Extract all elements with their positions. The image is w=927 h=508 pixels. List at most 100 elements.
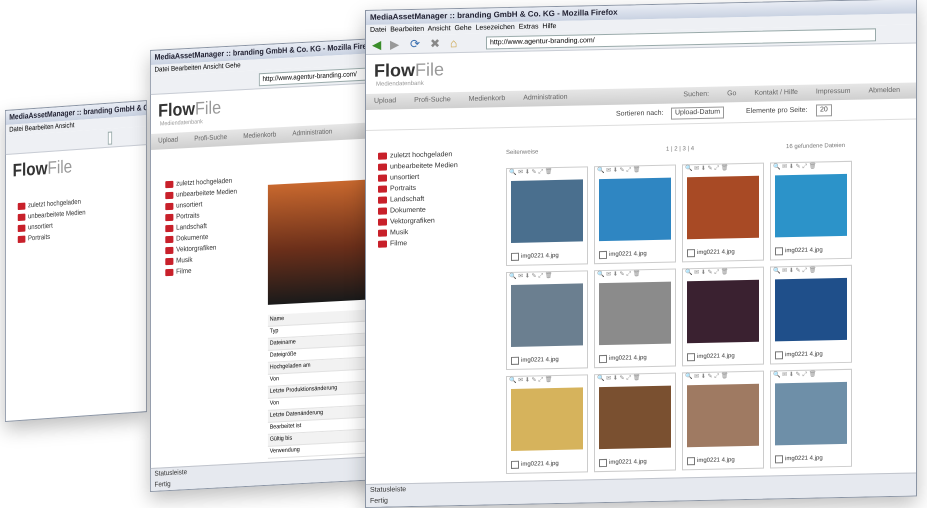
menu-ansicht[interactable]: Ansicht [428, 25, 451, 32]
card-action-icons[interactable]: 🔍 ✉ ⬇ ✎ ⤢ 🗑 [507, 167, 587, 179]
media-card[interactable]: 🔍 ✉ ⬇ ✎ ⤢ 🗑 img0221 4.jpg [506, 374, 588, 475]
per-page-select[interactable]: 20 [816, 104, 832, 117]
select-checkbox[interactable] [511, 460, 519, 469]
thumbnail-image[interactable] [599, 177, 671, 242]
media-card[interactable]: 🔍 ✉ ⬇ ✎ ⤢ 🗑 img0221 4.jpg [770, 368, 852, 469]
media-card[interactable]: 🔍 ✉ ⬇ ✎ ⤢ 🗑 img0221 4.jpg [594, 164, 676, 265]
menu-ansicht[interactable]: Ansicht [55, 122, 75, 130]
media-card[interactable]: 🔍 ✉ ⬇ ✎ ⤢ 🗑 img0221 4.jpg [682, 370, 764, 471]
sort-label: Sortieren nach: [616, 109, 664, 118]
thumbnail-image[interactable] [511, 179, 583, 243]
link-kontakt[interactable]: Kontakt / Hilfe [746, 85, 806, 102]
card-action-icons[interactable]: 🔍 ✉ ⬇ ✎ ⤢ 🗑 [595, 374, 675, 386]
thumbnail-image[interactable] [687, 383, 759, 448]
thumbnail-caption: img0221 4.jpg [785, 455, 823, 463]
card-action-icons[interactable]: 🔍 ✉ ⬇ ✎ ⤢ 🗑 [771, 266, 851, 278]
select-checkbox[interactable] [599, 354, 607, 364]
thumbnail-image[interactable] [599, 385, 671, 450]
folder-icon [17, 235, 26, 243]
thumbnail-image[interactable] [687, 279, 759, 344]
tab-profi-suche[interactable]: Profi-Suche [187, 130, 234, 148]
menu-lesezeichen[interactable]: Lesezeichen [475, 24, 514, 32]
tab-profi-suche[interactable]: Profi-Suche [406, 92, 459, 109]
folder-tree: zuletzt hochgeladen unbearbeitete Medien… [6, 172, 146, 246]
media-card[interactable]: 🔍 ✉ ⬇ ✎ ⤢ 🗑 img0221 4.jpg [594, 372, 676, 473]
menu-datei[interactable]: Datei [370, 27, 386, 34]
tab-medienkorb[interactable]: Medienkorb [236, 127, 283, 145]
tab-medienkorb[interactable]: Medienkorb [461, 91, 514, 108]
select-checkbox[interactable] [775, 455, 783, 464]
tab-upload[interactable]: Upload [366, 93, 404, 110]
select-checkbox[interactable] [599, 458, 607, 468]
back-icon[interactable]: ◀ [372, 38, 381, 52]
page-links[interactable]: 1 | 2 | 3 | 4 [666, 146, 694, 153]
media-card[interactable]: 🔍 ✉ ⬇ ✎ ⤢ 🗑 img0221 4.jpg [770, 160, 852, 261]
sort-select[interactable]: Upload-Datum [671, 106, 725, 120]
select-checkbox[interactable] [775, 247, 783, 256]
menu-bearbeiten[interactable]: Bearbeiten [390, 26, 424, 34]
menu-hilfe[interactable]: Hilfe [542, 23, 556, 30]
select-checkbox[interactable] [687, 249, 695, 258]
thumbnail-image[interactable] [599, 281, 671, 346]
address-bar[interactable]: http://www.agentur-branding.com/ [107, 131, 113, 145]
menu-gehe[interactable]: Gehe [225, 62, 240, 70]
folder-item[interactable]: unbearbeitete Medien [378, 160, 458, 173]
folder-icon [165, 246, 174, 254]
address-bar[interactable]: http://www.agentur-branding.com/ [258, 67, 367, 87]
media-card[interactable]: 🔍 ✉ ⬇ ✎ ⤢ 🗑 img0221 4.jpg [682, 162, 764, 263]
select-checkbox[interactable] [687, 457, 695, 466]
card-action-icons[interactable]: 🔍 ✉ ⬇ ✎ ⤢ 🗑 [771, 370, 851, 382]
search-go-button[interactable]: Go [719, 86, 744, 103]
tab-upload[interactable]: Upload [151, 132, 185, 150]
thumbnail-caption: img0221 4.jpg [697, 353, 735, 361]
tab-administration[interactable]: Administration [285, 124, 339, 143]
select-checkbox[interactable] [511, 252, 519, 261]
media-card[interactable]: 🔍 ✉ ⬇ ✎ ⤢ 🗑 img0221 4.jpg [682, 266, 764, 367]
select-checkbox[interactable] [511, 356, 519, 365]
reload-icon[interactable]: ⟳ [410, 37, 420, 51]
select-checkbox[interactable] [687, 353, 695, 362]
select-checkbox[interactable] [599, 250, 607, 260]
forward-icon[interactable]: ▶ [390, 37, 399, 51]
media-card[interactable]: 🔍 ✉ ⬇ ✎ ⤢ 🗑 img0221 4.jpg [770, 264, 852, 365]
card-action-icons[interactable]: 🔍 ✉ ⬇ ✎ ⤢ 🗑 [771, 162, 851, 174]
menu-datei[interactable]: Datei [155, 66, 170, 74]
paging-label[interactable]: Seitenweise [506, 149, 538, 156]
thumbnail-caption: img0221 4.jpg [521, 356, 559, 364]
media-card[interactable]: 🔍 ✉ ⬇ ✎ ⤢ 🗑 img0221 4.jpg [506, 166, 588, 267]
folder-icon [378, 163, 387, 171]
menu-gehe[interactable]: Gehe [454, 25, 471, 32]
menu-extras[interactable]: Extras [519, 23, 539, 30]
link-impressum[interactable]: Impressum [808, 84, 859, 101]
media-card[interactable]: 🔍 ✉ ⬇ ✎ ⤢ 🗑 img0221 4.jpg [506, 270, 588, 371]
menu-datei[interactable]: Datei [9, 126, 23, 134]
card-action-icons[interactable]: 🔍 ✉ ⬇ ✎ ⤢ 🗑 [507, 271, 587, 283]
menu-bearbeiten[interactable]: Bearbeiten [25, 124, 54, 133]
search-label: Suchen: [683, 90, 710, 99]
link-abmelden[interactable]: Abmelden [860, 83, 908, 100]
select-checkbox[interactable] [775, 351, 783, 360]
card-action-icons[interactable]: 🔍 ✉ ⬇ ✎ ⤢ 🗑 [683, 268, 763, 280]
folder-icon [165, 180, 174, 188]
thumbnail-image[interactable] [775, 381, 847, 446]
card-action-icons[interactable]: 🔍 ✉ ⬇ ✎ ⤢ 🗑 [683, 164, 763, 176]
thumbnail-image[interactable] [775, 277, 847, 342]
menu-bearbeiten[interactable]: Bearbeiten [171, 64, 201, 73]
menu-ansicht[interactable]: Ansicht [203, 63, 224, 71]
folder-item[interactable]: Filme [378, 237, 458, 250]
tab-administration[interactable]: Administration [515, 90, 575, 107]
thumbnail-image[interactable] [511, 283, 583, 347]
properties-table: Name Typ Dateiname Dateigröße Hochgelade… [267, 309, 367, 459]
card-action-icons[interactable]: 🔍 ✉ ⬇ ✎ ⤢ 🗑 [507, 375, 587, 387]
home-icon[interactable]: ⌂ [450, 36, 457, 50]
thumbnail-image[interactable] [775, 173, 847, 238]
media-card[interactable]: 🔍 ✉ ⬇ ✎ ⤢ 🗑 img0221 4.jpg [594, 268, 676, 369]
thumbnail-image[interactable] [687, 175, 759, 240]
thumbnail-image[interactable] [511, 387, 583, 451]
card-action-icons[interactable]: 🔍 ✉ ⬇ ✎ ⤢ 🗑 [683, 372, 763, 384]
stop-icon[interactable]: ✖ [430, 36, 440, 50]
browser-window-front: MediaAssetManager :: branding GmbH & Co.… [365, 0, 917, 508]
folder-icon [165, 224, 174, 232]
card-action-icons[interactable]: 🔍 ✉ ⬇ ✎ ⤢ 🗑 [595, 270, 675, 282]
card-action-icons[interactable]: 🔍 ✉ ⬇ ✎ ⤢ 🗑 [595, 166, 675, 178]
